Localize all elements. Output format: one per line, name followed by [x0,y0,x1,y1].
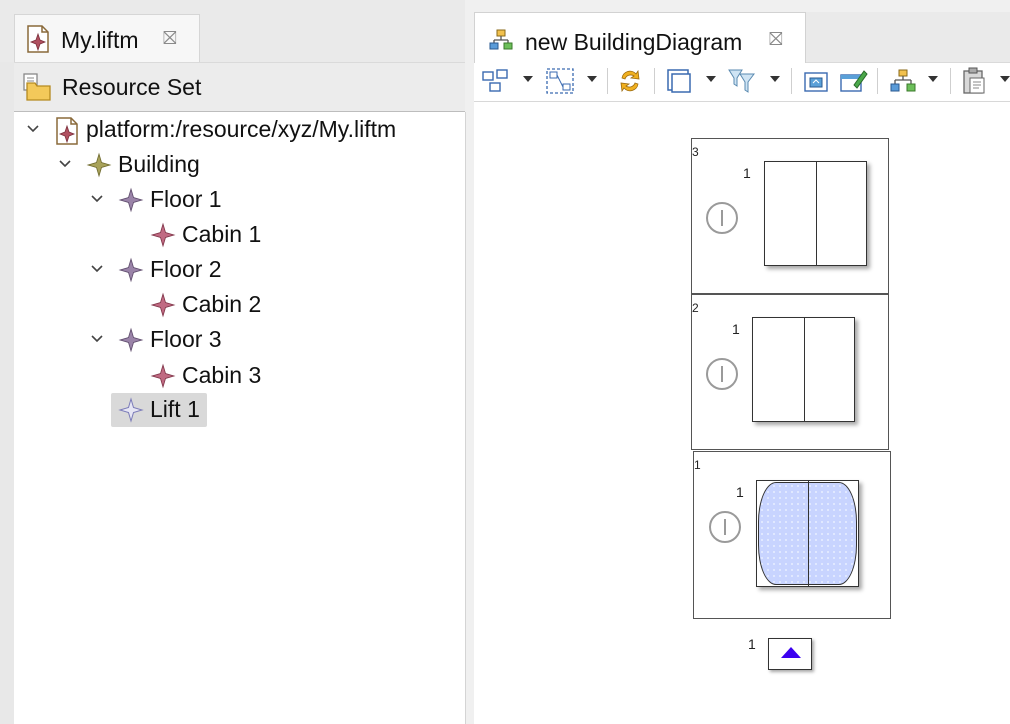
lift-call-icon[interactable] [706,358,738,390]
tree-item-label: Floor 3 [150,326,222,352]
left-gutter [0,62,15,724]
diagram-icon [489,29,513,56]
refresh-icon[interactable] [614,66,646,96]
tree-item-label: Cabin 3 [182,362,262,388]
diagram-toolbar [474,63,1010,102]
resource-set-icon [22,73,52,106]
arrange-icon[interactable] [544,66,576,96]
layout-icon[interactable] [890,66,916,96]
tree-item-floor-3[interactable]: Floor 3 [14,326,444,361]
filter-dropdown-icon[interactable] [770,76,780,82]
tree-item-floor-1[interactable]: Floor 1 [14,186,444,221]
tree-item-label: platform:/resource/xyz/My.liftm [86,116,397,142]
tree-item-label: Floor 1 [150,186,222,212]
cabin-count-label: 1 [736,484,744,500]
resource-set-label: Resource Set [62,74,202,100]
tree-item-cabin-1[interactable]: Cabin 1 [14,221,444,256]
arrange-dropdown-icon[interactable] [587,76,597,82]
cabin-door-divider [815,162,817,265]
paste-icon[interactable] [960,66,988,96]
tree-item-label: Building [118,151,200,177]
model-file-icon [54,117,80,145]
tree-item-label: Cabin 2 [182,291,262,317]
cabin-node-icon [150,363,176,389]
resource-set-header: Resource Set [14,63,465,112]
layer-icon[interactable] [664,66,694,96]
filter-icon[interactable] [726,66,758,96]
model-tree: platform:/resource/xyz/My.liftm Building… [14,112,466,724]
toolbar-separator [877,68,878,94]
lift-call-icon[interactable] [709,511,741,543]
lift-node-icon [118,397,144,423]
floor-level-label: 2 [692,301,699,315]
cabin-count-label: 1 [743,165,751,181]
chevron-down-icon[interactable] [56,155,74,173]
select-all-icon[interactable] [481,66,511,96]
tree-item-label: Floor 2 [150,256,222,282]
lift-node[interactable] [768,638,812,670]
cabin-count-label: 1 [732,321,740,337]
layout-dropdown-icon[interactable] [928,76,938,82]
toolbar-separator [654,68,655,94]
tree-item-cabin-3[interactable]: Cabin 3 [14,362,444,397]
export-image-icon[interactable] [802,66,830,96]
cabin-door-divider [803,318,805,421]
tree-item-cabin-2[interactable]: Cabin 2 [14,291,444,326]
tree-item-label: Cabin 1 [182,221,262,247]
cabin-node[interactable] [752,317,855,422]
floor-node[interactable]: 3 1 [691,138,889,294]
chevron-down-icon[interactable] [88,190,106,208]
up-arrow-icon [781,647,801,658]
tree-item-lift-1[interactable]: Lift 1 [111,393,207,427]
floor-level-label: 1 [694,458,701,472]
floor-node[interactable]: 1 1 [693,451,891,619]
close-tab-icon[interactable]: ⛝ [769,29,783,50]
cabin-node-icon [150,222,176,248]
tree-item-label: Lift 1 [150,396,200,422]
tab-title: new BuildingDiagram [525,29,743,55]
chevron-down-icon[interactable] [88,260,106,278]
cabin-node-open[interactable] [756,480,859,587]
cabin-door-divider [807,481,809,586]
tab-my-liftm[interactable]: My.liftm ⛝ [14,14,200,62]
floor-node[interactable]: 2 1 [691,294,889,450]
floor-node-icon [118,327,144,353]
cabin-node-icon [150,292,176,318]
toolbar-separator [791,68,792,94]
floor-node-icon [118,257,144,283]
floor-level-label: 3 [692,145,699,159]
toolbar-separator [607,68,608,94]
lift-label: 1 [748,636,756,652]
floor-node-icon [118,187,144,213]
model-file-icon [25,25,51,58]
close-tab-icon[interactable]: ⛝ [163,28,177,49]
tree-item-building[interactable]: Building [14,151,444,186]
lift-call-icon[interactable] [706,202,738,234]
paste-dropdown-icon[interactable] [1000,76,1010,82]
select-dropdown-icon[interactable] [523,76,533,82]
edit-icon[interactable] [838,66,868,96]
chevron-down-icon[interactable] [88,330,106,348]
building-node-icon [86,152,112,178]
layer-dropdown-icon[interactable] [706,76,716,82]
tree-item-floor-2[interactable]: Floor 2 [14,256,444,291]
chevron-down-icon[interactable] [24,120,42,138]
tree-item-resource[interactable]: platform:/resource/xyz/My.liftm [14,116,444,151]
tab-new-building-diagram[interactable]: new BuildingDiagram ⛝ [474,12,806,63]
tab-title: My.liftm [61,27,139,53]
cabin-node[interactable] [764,161,867,266]
toolbar-separator [950,68,951,94]
